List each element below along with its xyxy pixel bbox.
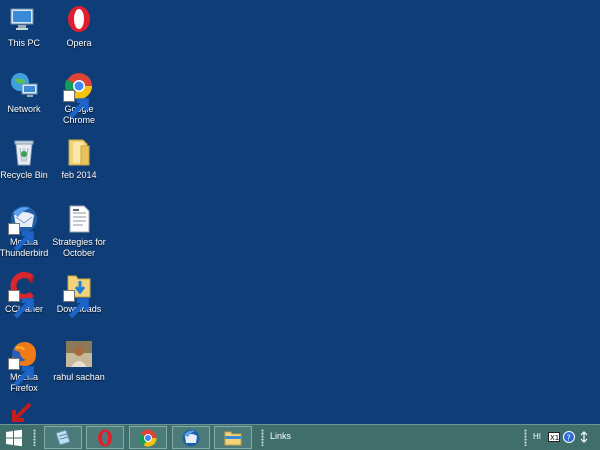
links-toolbar-grip[interactable] [261,429,264,446]
thunderbird-icon [182,429,200,446]
document-icon [63,203,95,235]
firefox-icon [8,338,40,387]
desktop-icon-label: feb 2014 [61,170,97,180]
desktop-icon-this-pc[interactable]: This PC [0,4,52,49]
shortcut-arrow-icon [8,223,34,252]
desktop-icon-label: Recycle Bin [0,170,48,180]
chrome-icon [63,70,95,119]
language-indicator[interactable]: HI [533,432,541,441]
desktop-icon-network[interactable]: Network [0,70,52,115]
desktop-icon-label: Network [7,104,41,114]
shortcut-arrow-icon [63,290,89,319]
network-icon [8,70,40,102]
desktop: This PC Opera Network Google Chrome Recy… [0,0,600,424]
opera-icon [63,4,95,36]
notepad-icon [55,428,71,446]
desktop-icon-opera[interactable]: Opera [51,4,107,49]
links-toolbar-label[interactable]: Links [270,431,291,441]
shortcut-arrow-icon [8,290,34,319]
red-arrow-icon [10,402,32,424]
recycle-bin-icon [8,136,40,168]
desktop-icon-mozilla-firefox[interactable]: Mozilla Firefox [0,338,52,394]
tray-grip[interactable] [524,429,527,446]
taskbar-chrome-button[interactable] [129,426,167,449]
user-photo-icon [63,338,95,370]
svg-text:X1: X1 [550,434,559,442]
keyboard-icon[interactable]: X1 [548,431,560,443]
desktop-icon-label: Strategies for October [52,237,106,258]
taskbar-opera-button[interactable] [86,426,124,449]
svg-text:?: ? [567,434,571,443]
taskbar-file-explorer-button[interactable] [214,426,252,449]
desktop-icon-downloads[interactable]: Downloads [51,270,107,319]
desktop-icon-label: Opera [66,38,92,48]
opera-icon [98,429,112,446]
desktop-icon-recycle-bin[interactable]: Recycle Bin [0,136,52,181]
desktop-icon-mozilla-thunderbird[interactable]: Mozilla Thunderbird [0,203,52,259]
help-icon[interactable]: ? [563,431,575,443]
desktop-icon-strategies-for-october[interactable]: Strategies for October [48,203,110,259]
desktop-icon-ccleaner[interactable]: CCleaner [0,270,52,319]
ccleaner-icon [8,270,40,319]
desktop-icon-google-chrome[interactable]: Google Chrome [51,70,107,126]
taskbar-thunderbird-button[interactable] [172,426,210,449]
toolbar-grip[interactable] [33,429,36,446]
taskbar-notepad-button[interactable] [44,426,82,449]
folder-icon [63,136,95,168]
start-button[interactable] [0,425,28,450]
taskbar: Links HI X1 ? [0,424,600,450]
desktop-icon-feb-2014[interactable]: feb 2014 [51,136,107,181]
downloads-folder-icon [63,270,95,319]
file-explorer-icon [224,431,242,445]
desktop-icon-rahul-sachan[interactable]: rahul sachan [51,338,107,383]
thunderbird-icon [8,203,40,252]
chrome-icon [138,429,157,447]
desktop-icon-label: rahul sachan [53,372,105,382]
network-tray-icon[interactable] [578,431,588,443]
computer-icon [8,4,40,36]
desktop-icon-label: This PC [7,38,40,48]
shortcut-arrow-icon [63,90,89,119]
windows-logo-icon [6,429,22,446]
shortcut-arrow-icon [8,358,34,387]
